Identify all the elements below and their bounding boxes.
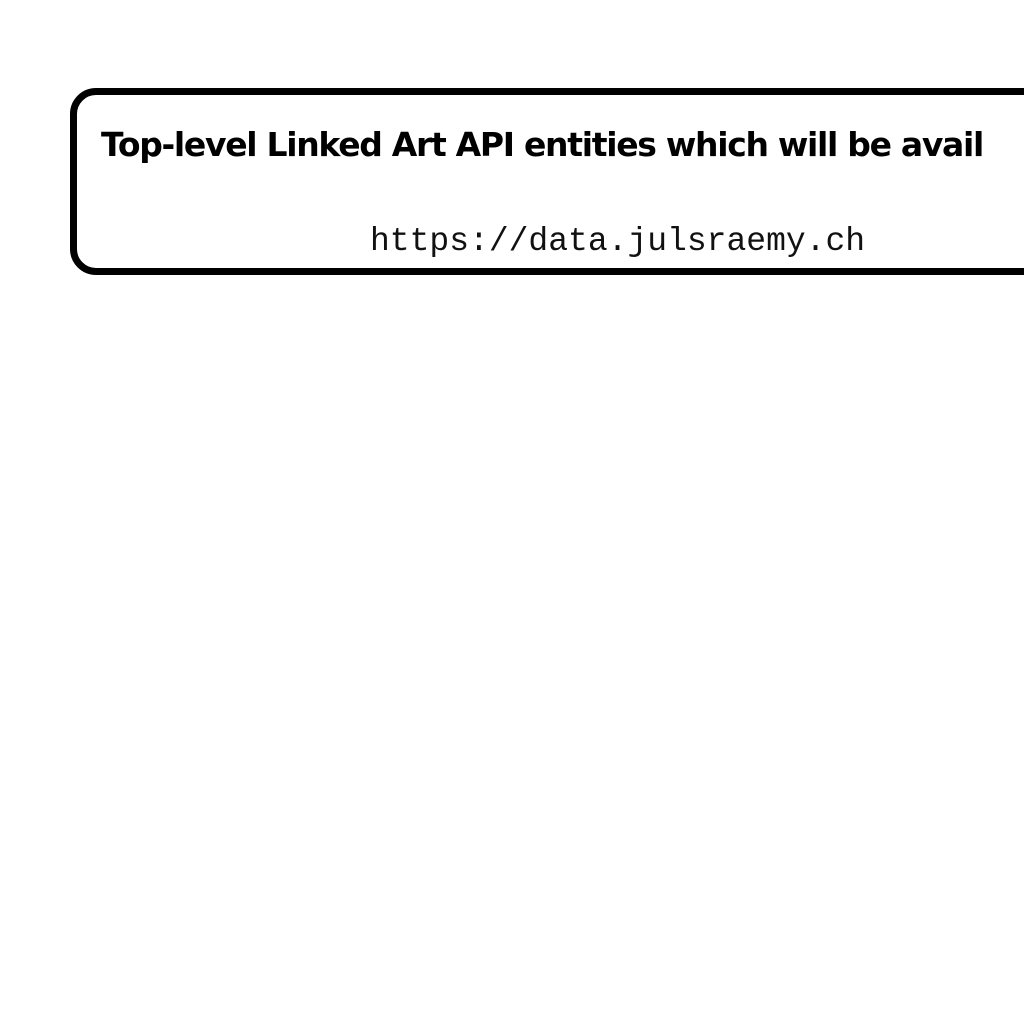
box-title: Top-level Linked Art API entities which … — [101, 125, 984, 164]
diagram-canvas: Top-level Linked Art API entities which … — [0, 0, 1024, 1024]
header-box: Top-level Linked Art API entities which … — [70, 88, 1024, 275]
box-url: https://data.julsraemy.ch — [370, 223, 866, 260]
